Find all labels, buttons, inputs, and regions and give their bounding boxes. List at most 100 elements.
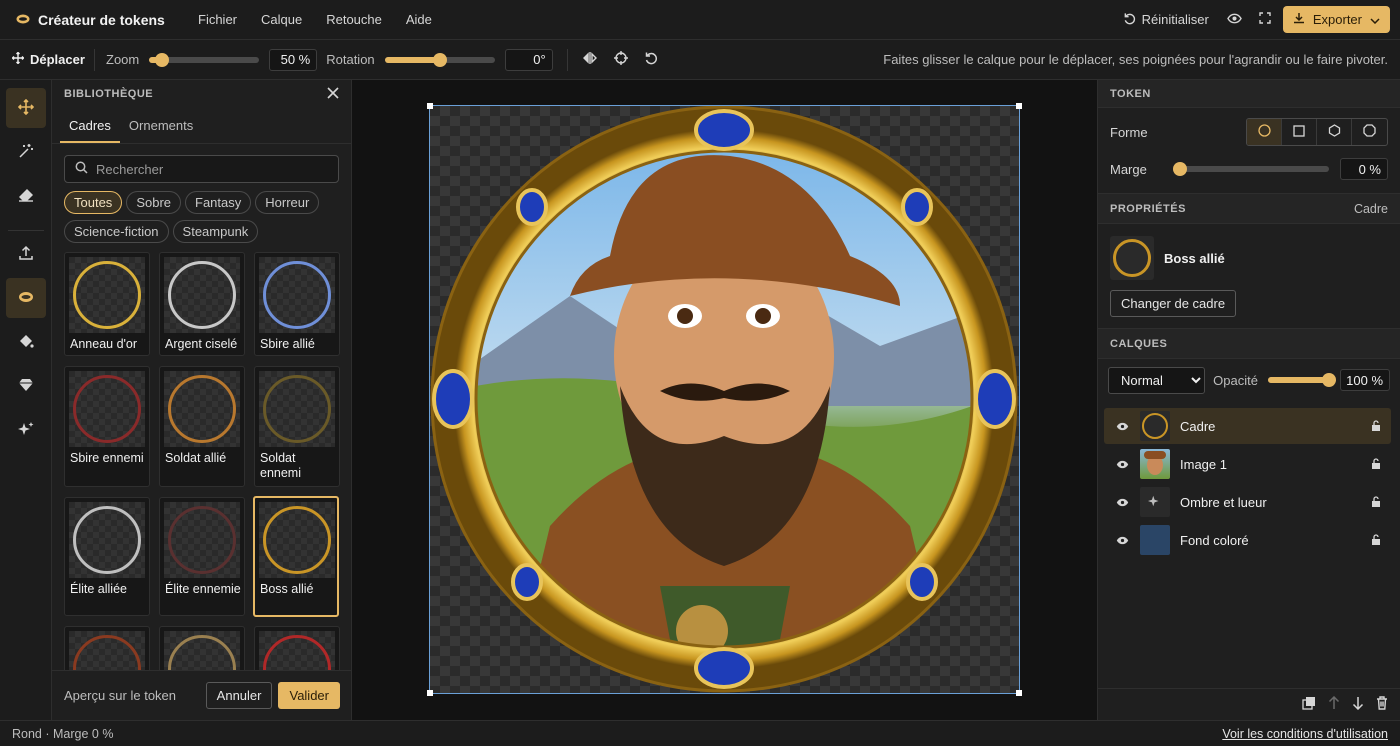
library-footer: Aperçu sur le token Annuler Valider — [52, 670, 352, 720]
opacity-slider[interactable] — [1267, 373, 1336, 387]
filter-science-fiction[interactable]: Science-fiction — [64, 220, 169, 243]
rail-magic-button[interactable] — [6, 132, 46, 172]
frame-ring-preview — [263, 506, 331, 574]
tab-ornements[interactable]: Ornements — [120, 108, 202, 143]
shape-circle-button[interactable] — [1247, 119, 1282, 145]
menu-calque[interactable]: Calque — [249, 12, 314, 27]
menu-retouche[interactable]: Retouche — [314, 12, 394, 27]
layers-section-title: CALQUES — [1110, 337, 1168, 350]
resize-handle-bottom-left[interactable] — [427, 690, 433, 696]
filter-horreur[interactable]: Horreur — [255, 191, 320, 214]
margin-slider-knob[interactable] — [1172, 162, 1187, 176]
rail-effects-button[interactable] — [6, 410, 46, 450]
trash-icon[interactable] — [1376, 696, 1388, 713]
filter-steampunk[interactable]: Steampunk — [172, 220, 259, 243]
frame-ring-preview — [168, 635, 236, 670]
change-frame-button[interactable]: Changer de cadre — [1110, 289, 1237, 317]
rotation-slider[interactable] — [384, 52, 495, 67]
tab-cadres[interactable]: Cadres — [60, 108, 120, 143]
eye-icon[interactable] — [1104, 536, 1140, 545]
confirm-button[interactable]: Valider — [278, 682, 340, 709]
layer-item-ombre-lueur[interactable]: Ombre et lueur — [1104, 484, 1391, 520]
frame-thumbnail — [164, 631, 240, 670]
resize-handle-bottom-right[interactable] — [1016, 690, 1022, 696]
cancel-button[interactable]: Annuler — [205, 682, 273, 709]
rail-move-button[interactable] — [6, 88, 46, 128]
margin-slider[interactable] — [1172, 162, 1330, 176]
zoom-slider[interactable] — [149, 52, 260, 67]
reset-rotation-icon[interactable] — [644, 51, 658, 68]
rotation-slider-knob[interactable] — [432, 52, 447, 67]
terms-link[interactable]: Voir les conditions d'utilisation — [1222, 727, 1388, 741]
token-preview[interactable] — [430, 106, 1019, 693]
layer-item-cadre[interactable]: Cadre — [1104, 408, 1391, 444]
frame-card[interactable] — [64, 626, 150, 670]
close-icon[interactable] — [327, 86, 339, 102]
fullscreen-button[interactable] — [1253, 7, 1277, 33]
frame-card[interactable]: Sbire allié — [254, 252, 340, 356]
preview-button[interactable] — [1223, 7, 1247, 33]
frame-card[interactable]: Soldat ennemi — [254, 366, 340, 487]
flip-horizontal-icon[interactable] — [582, 51, 598, 68]
duplicate-icon[interactable] — [1302, 696, 1316, 713]
frame-card-selected[interactable]: Boss allié — [253, 496, 339, 617]
resize-handle-top-right[interactable] — [1016, 103, 1022, 109]
frame-thumbnail — [259, 631, 335, 670]
unlock-icon[interactable] — [1361, 420, 1391, 432]
rail-ornaments-button[interactable] — [6, 366, 46, 406]
rail-fill-button[interactable] — [6, 322, 46, 362]
search-input[interactable] — [96, 161, 316, 177]
menu-fichier[interactable]: Fichier — [186, 12, 249, 27]
layer-item-fond-colore[interactable]: Fond coloré — [1104, 522, 1391, 558]
export-button[interactable]: Exporter — [1282, 6, 1390, 33]
toolbar-hint: Faites glisser le calque pour le déplace… — [883, 52, 1388, 67]
filter-sobre[interactable]: Sobre — [126, 191, 182, 214]
unlock-icon[interactable] — [1361, 458, 1391, 470]
frame-card[interactable]: Sbire ennemi — [64, 366, 150, 487]
center-target-icon[interactable] — [613, 51, 628, 68]
unlock-icon[interactable] — [1361, 496, 1391, 508]
filter-toutes[interactable]: Toutes — [64, 191, 123, 214]
menu-aide[interactable]: Aide — [394, 12, 444, 27]
token-canvas[interactable] — [427, 103, 1022, 696]
zoom-slider-knob[interactable] — [155, 52, 170, 67]
rotation-value-input[interactable]: 0° — [504, 48, 553, 71]
change-frame-row: Changer de cadre — [1098, 286, 1400, 320]
zoom-value-input[interactable]: 50 % — [269, 48, 318, 71]
margin-value-input[interactable]: 0 % — [1340, 158, 1388, 180]
shape-octagon-button[interactable] — [1352, 119, 1387, 145]
rail-upload-button[interactable] — [6, 234, 46, 274]
canvas-area — [352, 80, 1097, 720]
frame-card[interactable]: Élite ennemie — [159, 497, 245, 616]
unlock-icon[interactable] — [1361, 534, 1391, 546]
arrow-up-icon[interactable] — [1328, 695, 1340, 713]
rail-frames-button[interactable] — [6, 278, 46, 318]
filter-fantasy[interactable]: Fantasy — [185, 191, 252, 214]
frame-ring-preview — [73, 375, 141, 443]
frame-card[interactable]: Soldat allié — [159, 366, 245, 487]
eye-icon[interactable] — [1104, 422, 1140, 431]
blend-mode-select[interactable]: Normal — [1108, 366, 1206, 394]
reset-button[interactable]: Réinitialiser — [1115, 7, 1217, 33]
shape-label: Forme — [1110, 124, 1148, 140]
frame-card[interactable]: Élite alliée — [64, 497, 150, 616]
eye-icon[interactable] — [1104, 460, 1140, 469]
shape-hexagon-button[interactable] — [1317, 119, 1352, 145]
frame-card[interactable] — [159, 626, 245, 670]
rail-eraser-button[interactable] — [6, 176, 46, 216]
frame-card[interactable]: Anneau d'or — [64, 252, 150, 356]
opacity-slider-knob[interactable] — [1321, 373, 1336, 387]
properties-kind: Cadre — [1353, 201, 1388, 216]
arrow-down-icon[interactable] — [1352, 696, 1364, 713]
download-icon — [1293, 12, 1305, 27]
resize-handle-top-left[interactable] — [427, 103, 433, 109]
frame-card[interactable] — [254, 626, 340, 670]
shape-square-button[interactable] — [1282, 119, 1317, 145]
layer-name: Fond coloré — [1180, 532, 1249, 548]
search-box — [64, 155, 339, 183]
opacity-value-input[interactable]: 100 % — [1340, 369, 1391, 391]
frame-card[interactable]: Argent ciselé — [159, 252, 245, 356]
eye-icon[interactable] — [1104, 498, 1140, 507]
layer-item-image[interactable]: Image 1 — [1104, 446, 1391, 482]
move-tool-button[interactable]: Déplacer — [0, 51, 94, 67]
